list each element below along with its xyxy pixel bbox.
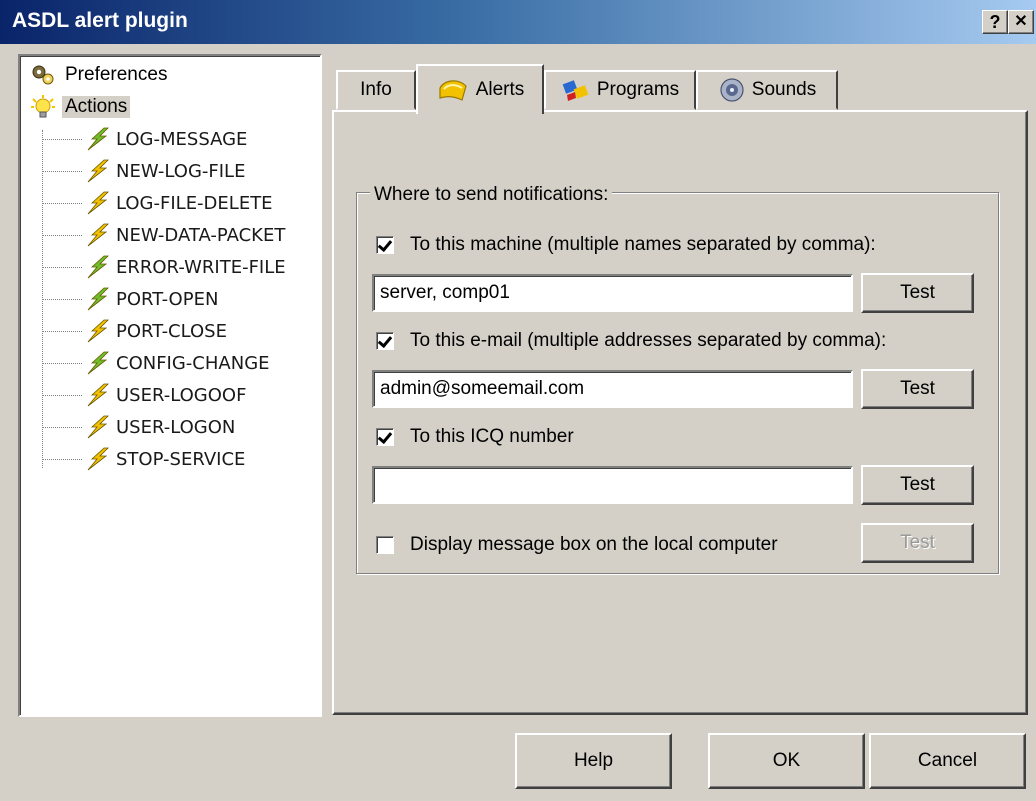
icq-input[interactable]	[372, 466, 853, 504]
msgbox-test-button[interactable]: Test	[861, 523, 974, 563]
tree-connector	[42, 267, 82, 268]
email-checkbox-row[interactable]: To this e-mail (multiple addresses separ…	[376, 330, 886, 352]
tree-item-label: PORT-CLOSE	[116, 320, 227, 342]
preferences-icon	[30, 63, 56, 87]
bell-icon	[436, 76, 470, 104]
machine-checkbox-row[interactable]: To this machine (multiple names separate…	[376, 234, 876, 256]
lightning-bolt-icon	[84, 222, 110, 248]
icq-checkbox[interactable]	[376, 428, 394, 446]
lightning-bolt-icon	[84, 382, 110, 408]
lightbulb-icon	[30, 94, 56, 120]
tree-item-label: LOG-FILE-DELETE	[116, 192, 273, 214]
msgbox-checkbox-row[interactable]: Display message box on the local compute…	[376, 534, 778, 556]
tree-connector	[42, 331, 82, 332]
programs-icon	[561, 77, 591, 103]
tree-item-label: STOP-SERVICE	[116, 448, 246, 470]
tab-label: Programs	[596, 79, 680, 100]
tree-item-action[interactable]: ERROR-WRITE-FILE	[84, 252, 286, 282]
lightning-bolt-icon	[84, 158, 110, 184]
tree-item-action[interactable]: LOG-FILE-DELETE	[84, 188, 273, 218]
icq-label: To this ICQ number	[410, 426, 574, 447]
icq-test-button[interactable]: Test	[861, 465, 974, 505]
tree-item-action[interactable]: USER-LOGON	[84, 412, 235, 442]
tree-connector	[42, 299, 82, 300]
tree-item-label: ERROR-WRITE-FILE	[116, 256, 286, 278]
tree-item-label: USER-LOGON	[116, 416, 236, 438]
close-title-button[interactable]: ✕	[1008, 10, 1034, 34]
tree-item-label: NEW-DATA-PACKET	[116, 224, 286, 246]
tree-item-action[interactable]: NEW-DATA-PACKET	[84, 220, 285, 250]
tree-item-action[interactable]: PORT-CLOSE	[84, 316, 227, 346]
lightning-bolt-icon	[84, 286, 110, 312]
tree-connector	[42, 363, 82, 364]
speaker-icon	[718, 76, 746, 104]
lightning-bolt-icon	[84, 254, 110, 280]
tab-alerts[interactable]: Alerts	[416, 64, 544, 114]
tree-connector	[42, 395, 82, 396]
group-title: Where to send notifications:	[370, 184, 613, 206]
machine-test-button[interactable]: Test	[861, 273, 974, 313]
tree-item-action[interactable]: PORT-OPEN	[84, 284, 218, 314]
lightning-bolt-icon	[84, 446, 110, 472]
machine-input[interactable]	[372, 274, 853, 312]
tree-item-action[interactable]: CONFIG-CHANGE	[84, 348, 270, 378]
tree-item-label: CONFIG-CHANGE	[116, 352, 270, 374]
tree-item-action[interactable]: USER-LOGOOF	[84, 380, 246, 410]
msgbox-checkbox[interactable]	[376, 536, 394, 554]
cancel-button[interactable]: Cancel	[869, 733, 1026, 789]
email-test-button[interactable]: Test	[861, 369, 974, 409]
tab-info[interactable]: Info	[336, 70, 416, 110]
lightning-bolt-icon	[84, 318, 110, 344]
tree-item-label: LOG-MESSAGE	[116, 128, 248, 150]
tree-item-action[interactable]: NEW-LOG-FILE	[84, 156, 245, 186]
tree-item-label: NEW-LOG-FILE	[116, 160, 246, 182]
tree-connector	[42, 459, 82, 460]
tree-item-label: PORT-OPEN	[116, 288, 219, 310]
machine-checkbox[interactable]	[376, 236, 394, 254]
tree-connector	[42, 171, 82, 172]
lightning-bolt-icon	[84, 350, 110, 376]
help-button[interactable]: Help	[515, 733, 672, 789]
lightning-bolt-icon	[84, 414, 110, 440]
action-tree[interactable]: Preferences Actions LOG-MESSAGE NEW-LOG-F…	[18, 54, 322, 717]
tab-label: Sounds	[751, 79, 817, 100]
tab-label: Info	[360, 79, 392, 100]
lightning-bolt-icon	[84, 190, 110, 216]
email-input[interactable]	[372, 370, 853, 408]
tree-item-action[interactable]: LOG-MESSAGE	[84, 124, 247, 154]
tree-item-label: Preferences	[65, 64, 168, 85]
tree-item-preferences[interactable]: Preferences	[30, 60, 170, 90]
icq-checkbox-row[interactable]: To this ICQ number	[376, 426, 574, 448]
tab-label: Alerts	[475, 79, 525, 100]
tree-connector	[42, 139, 82, 140]
title-bar: ASDL alert plugin ? ✕	[0, 0, 1036, 44]
tree-connector	[42, 427, 82, 428]
tree-item-label: Actions	[62, 96, 131, 118]
machine-label: To this machine (multiple names separate…	[410, 234, 876, 255]
ok-button[interactable]: OK	[708, 733, 865, 789]
lightning-bolt-icon	[84, 126, 110, 152]
tab-programs[interactable]: Programs	[544, 70, 696, 110]
tab-sounds[interactable]: Sounds	[696, 70, 838, 110]
tree-connector	[42, 235, 82, 236]
tree-item-action[interactable]: STOP-SERVICE	[84, 444, 245, 474]
email-label: To this e-mail (multiple addresses separ…	[410, 330, 887, 351]
tree-item-actions[interactable]: Actions	[30, 92, 131, 122]
msgbox-label: Display message box on the local compute…	[410, 534, 778, 555]
help-title-button[interactable]: ?	[982, 10, 1008, 34]
window-title: ASDL alert plugin	[12, 9, 188, 32]
email-checkbox[interactable]	[376, 332, 394, 350]
tree-item-label: USER-LOGOOF	[116, 384, 247, 406]
tree-connector	[42, 203, 82, 204]
